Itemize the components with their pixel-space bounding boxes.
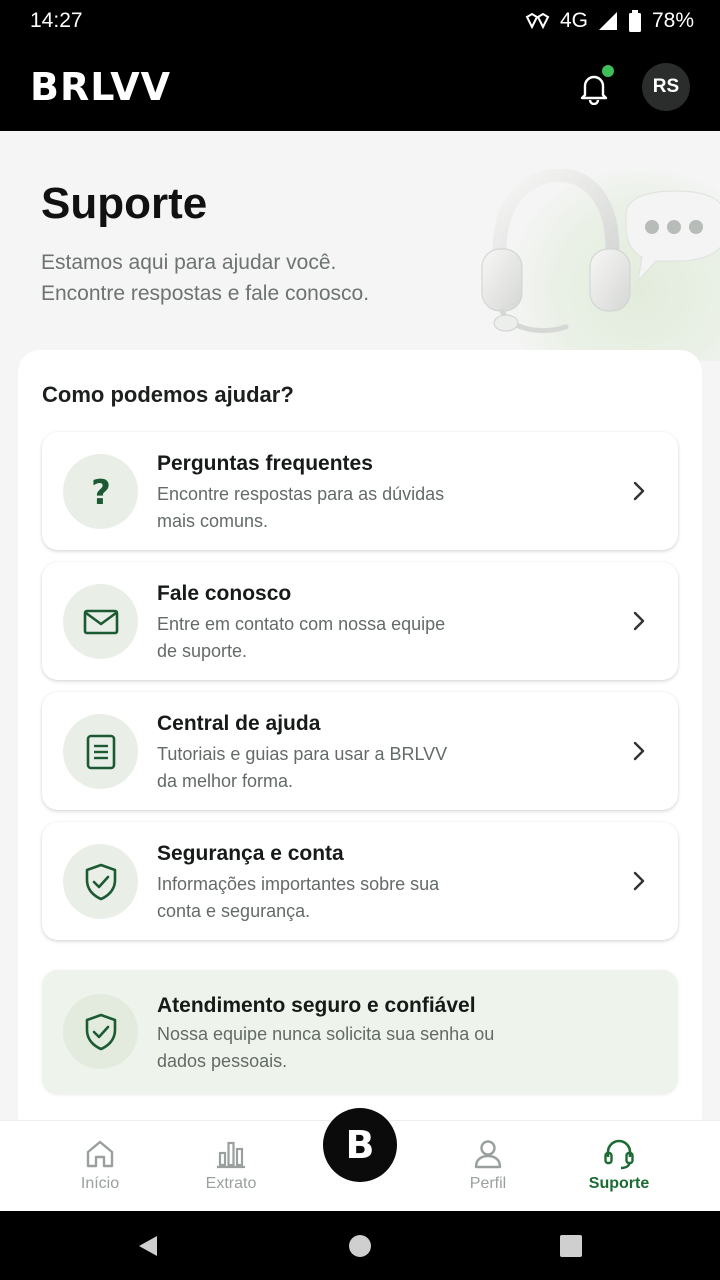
status-icons: 4G 78%: [524, 9, 694, 33]
faq-option[interactable]: ? Perguntas frequentes Encontre resposta…: [42, 432, 678, 550]
contact-option[interactable]: Fale conosco Entre em contato com nossa …: [42, 562, 678, 680]
help-section-title: Como podemos ajudar?: [42, 382, 294, 407]
option-desc-line-1: Entre em contato com nossa equipe: [157, 614, 446, 634]
chevron-right-icon: [633, 481, 645, 501]
headset-illustration: [481, 169, 720, 333]
option-description: Tutoriais e guias para usar a BRLVV da m…: [157, 741, 487, 795]
trust-desc-line-1: Nossa equipe nunca solicita sua senha ou: [157, 1024, 495, 1044]
shield-check-icon: [63, 994, 138, 1069]
option-title: Central de ajuda: [157, 712, 321, 735]
trust-notice: Atendimento seguro e confiável Nossa equ…: [42, 970, 678, 1094]
chevron-right-icon: [633, 611, 645, 631]
help-center-option[interactable]: Central de ajuda Tutoriais e guias para …: [42, 692, 678, 810]
help-card: Como podemos ajudar? ? Perguntas frequen…: [18, 350, 702, 1140]
option-desc-line-2: conta e segurança.: [157, 901, 311, 921]
option-title: Segurança e conta: [157, 842, 344, 865]
home-icon: [86, 1140, 114, 1168]
battery-icon: [628, 10, 641, 32]
notifications-button[interactable]: [576, 64, 614, 105]
option-description: Informações importantes sobre sua conta …: [157, 871, 487, 925]
option-description: Encontre respostas para as dúvidas mais …: [157, 481, 487, 535]
shield-check-icon: [63, 844, 138, 919]
option-title: Fale conosco: [157, 582, 292, 605]
option-title: Perguntas frequentes: [157, 452, 373, 475]
option-desc-line-2: mais comuns.: [157, 511, 269, 531]
nav-label: Perfil: [469, 1175, 507, 1192]
nav-item-suporte[interactable]: Suporte: [564, 1137, 674, 1193]
page-title: Suporte: [41, 179, 208, 228]
avatar[interactable]: RS: [642, 62, 690, 111]
nav-label: Início: [80, 1175, 120, 1192]
bottom-nav: Início Extrato B Perfil Suporte: [0, 1108, 720, 1211]
back-icon[interactable]: [135, 1233, 161, 1259]
subtitle-line-1: Estamos aqui para ajudar você.: [41, 251, 337, 274]
headset-icon: [604, 1139, 634, 1170]
nav-label: Suporte: [588, 1175, 650, 1192]
wifi-calling-icon: [525, 12, 550, 30]
question-icon: ?: [63, 454, 138, 529]
person-icon: [474, 1140, 502, 1169]
hero-section: Suporte Estamos aqui para ajudar você. E…: [0, 131, 720, 361]
signal-icon: [598, 12, 617, 30]
header-actions: RS: [576, 62, 690, 111]
bar-chart-icon: [217, 1141, 245, 1169]
document-icon: [63, 714, 138, 789]
subtitle-line-2: Encontre respostas e fale conosco.: [41, 282, 370, 305]
home-circle-icon[interactable]: [347, 1233, 373, 1259]
svg-text:?: ?: [91, 473, 111, 512]
battery-percent: 78%: [651, 9, 694, 32]
recents-icon[interactable]: [558, 1233, 584, 1259]
option-desc-line-2: de suporte.: [157, 641, 248, 661]
trust-desc-line-2: dados pessoais.: [157, 1051, 288, 1071]
option-description: Entre em contato com nossa equipe de sup…: [157, 611, 487, 665]
nav-item-extrato[interactable]: Extrato: [176, 1137, 286, 1193]
trust-description: Nossa equipe nunca solicita sua senha ou…: [157, 1021, 557, 1075]
app-header: BRLVV RS: [0, 42, 720, 131]
status-bar: 14:27 4G 78%: [0, 0, 720, 42]
nav-item-perfil[interactable]: Perfil: [433, 1137, 543, 1193]
notification-dot: [602, 64, 614, 77]
nav-label: Extrato: [205, 1175, 257, 1192]
option-desc-line-2: da melhor forma.: [157, 771, 294, 791]
trust-title: Atendimento seguro e confiável: [157, 994, 476, 1017]
chevron-right-icon: [633, 741, 645, 761]
nav-item-inicio[interactable]: Início: [45, 1137, 155, 1193]
option-desc-line-1: Tutoriais e guias para usar a BRLVV: [157, 744, 448, 764]
option-desc-line-1: Informações importantes sobre sua: [157, 874, 440, 894]
system-nav-bar: [0, 1211, 720, 1280]
option-desc-line-1: Encontre respostas para as dúvidas: [157, 484, 445, 504]
brand-b-icon[interactable]: B: [323, 1108, 397, 1182]
mail-icon: [63, 584, 138, 659]
chevron-right-icon: [633, 871, 645, 891]
brand-logo: BRLVV: [30, 64, 172, 109]
security-option[interactable]: Segurança e conta Informações importante…: [42, 822, 678, 940]
network-type: 4G: [559, 9, 588, 32]
status-time: 14:27: [30, 9, 83, 32]
page-subtitle: Estamos aqui para ajudar você. Encontre …: [41, 247, 471, 309]
